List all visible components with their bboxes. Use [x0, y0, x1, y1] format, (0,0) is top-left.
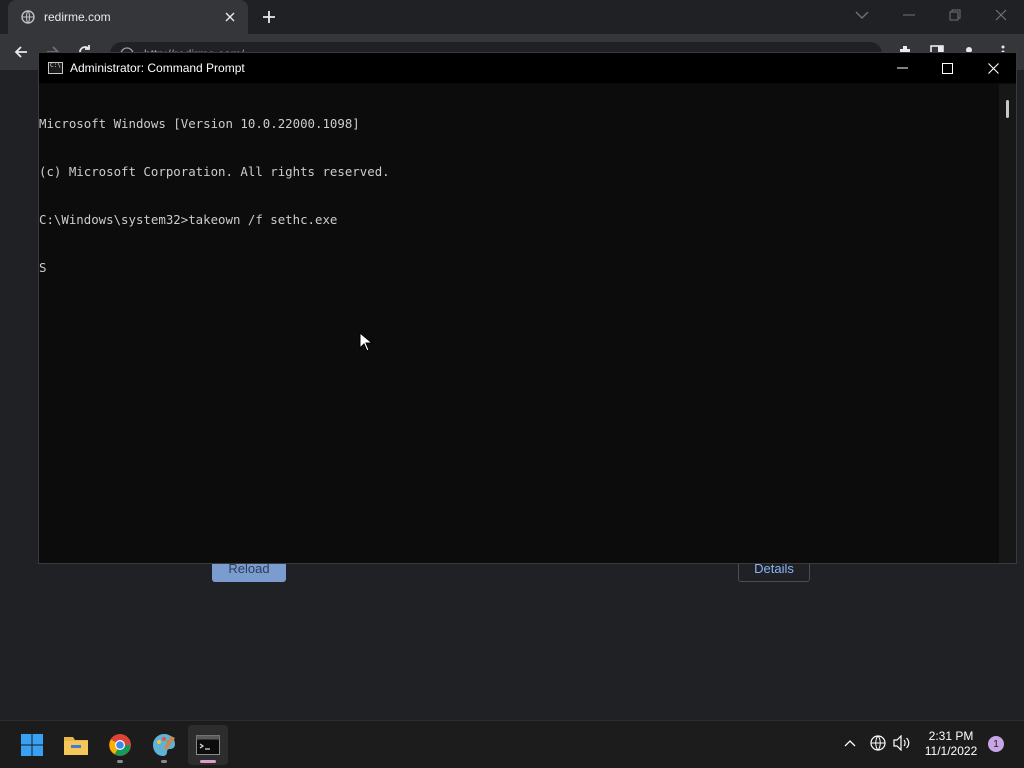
browser-minimize-icon[interactable]	[886, 0, 932, 30]
console-output[interactable]: Microsoft Windows [Version 10.0.22000.10…	[39, 84, 999, 564]
console-scrollbar[interactable]	[999, 84, 1016, 563]
browser-restore-icon[interactable]	[932, 0, 978, 30]
taskbar-file-explorer[interactable]	[56, 725, 96, 765]
tab-strip: redirme.com	[0, 0, 1024, 34]
scrollbar-thumb[interactable]	[1006, 100, 1009, 118]
new-tab-icon[interactable]	[258, 6, 280, 28]
tab-title: redirme.com	[44, 10, 111, 24]
start-button[interactable]	[12, 725, 52, 765]
console-line: C:\Windows\system32>takeown /f sethc.exe	[39, 212, 338, 227]
command-prompt-icon: C:\	[48, 62, 63, 74]
running-indicator-active	[200, 760, 216, 763]
paint-icon	[153, 734, 175, 756]
taskbar-paint[interactable]	[144, 725, 184, 765]
chrome-icon	[109, 734, 131, 756]
running-indicator	[117, 760, 123, 763]
browser-close-icon[interactable]	[978, 0, 1024, 30]
notification-badge[interactable]: 1	[988, 736, 1004, 752]
cmd-close-icon[interactable]	[970, 53, 1016, 83]
cmd-title-bar[interactable]: C:\ Administrator: Command Prompt	[39, 53, 1016, 83]
browser-tab[interactable]: redirme.com	[8, 0, 248, 34]
console-line: S	[39, 260, 47, 275]
globe-icon	[20, 9, 36, 25]
clock-date: 11/1/2022	[924, 744, 978, 758]
command-prompt-window[interactable]: C:\ Administrator: Command Prompt Micros…	[38, 52, 1017, 564]
tab-search-chevron-icon[interactable]	[850, 6, 874, 24]
tray-overflow-chevron-icon[interactable]	[840, 733, 860, 753]
command-prompt-icon	[196, 735, 220, 755]
volume-icon[interactable]	[892, 733, 912, 753]
taskbar: 2:31 PM 11/1/2022 1	[0, 720, 1024, 768]
tab-close-icon[interactable]	[220, 7, 240, 27]
mouse-pointer-icon	[359, 331, 374, 352]
console-line: Microsoft Windows [Version 10.0.22000.10…	[39, 116, 360, 131]
running-indicator	[161, 760, 167, 763]
taskbar-chrome[interactable]	[100, 725, 140, 765]
cmd-window-title: Administrator: Command Prompt	[70, 61, 245, 75]
cmd-minimize-icon[interactable]	[879, 53, 925, 83]
cmd-maximize-icon[interactable]	[924, 53, 970, 83]
console-line: (c) Microsoft Corporation. All rights re…	[39, 164, 390, 179]
taskbar-clock[interactable]: 2:31 PM 11/1/2022	[918, 729, 984, 759]
folder-icon	[64, 737, 88, 755]
taskbar-command-prompt[interactable]	[188, 725, 228, 765]
windows-start-icon	[21, 734, 43, 756]
clock-time: 2:31 PM	[928, 729, 974, 743]
back-arrow-icon[interactable]	[8, 39, 34, 65]
network-globe-icon[interactable]	[868, 733, 888, 753]
